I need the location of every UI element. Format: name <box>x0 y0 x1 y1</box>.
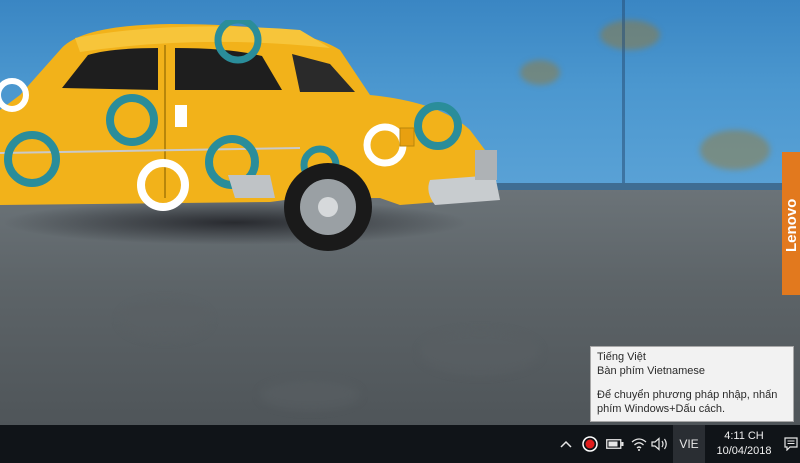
show-hidden-icons-button[interactable] <box>556 425 576 463</box>
taskbar: VIE 4:11 CH 10/04/2018 <box>0 425 800 463</box>
battery-tray-button[interactable] <box>603 425 627 463</box>
wall-stain <box>600 20 660 50</box>
chevron-up-icon <box>560 440 572 448</box>
tooltip-language: Tiếng Việt <box>597 351 646 363</box>
tooltip-hint-line2: phím Windows+Dấu cách. <box>597 403 726 415</box>
volume-tray-button[interactable] <box>648 425 672 463</box>
clock-date: 10/04/2018 <box>716 445 772 457</box>
input-language-button[interactable]: VIE <box>673 425 705 463</box>
language-tooltip: Tiếng Việt Bàn phím Vietnamese Để chuyển… <box>590 346 794 422</box>
wall-stain <box>700 130 770 170</box>
lenovo-logo-tab: Lenovo <box>782 152 800 295</box>
lenovo-logo-text: Lenovo <box>783 198 800 252</box>
wifi-icon <box>631 438 647 451</box>
wall-seam <box>622 0 625 190</box>
wall-stain <box>520 60 560 85</box>
screen-recorder-tray-button[interactable] <box>578 425 602 463</box>
tooltip-keyboard: Bàn phím Vietnamese <box>597 365 706 377</box>
action-center-button[interactable] <box>782 425 800 463</box>
clock-button[interactable]: 4:11 CH 10/04/2018 <box>708 425 780 463</box>
clock-time: 4:11 CH <box>724 430 764 442</box>
floor-spot <box>260 380 360 410</box>
yellow-car-image <box>0 20 500 251</box>
record-icon <box>582 436 598 452</box>
floor-spot <box>120 300 210 340</box>
notification-icon <box>784 437 798 451</box>
floor-spot <box>420 330 540 375</box>
tooltip-hint-line1: Để chuyển phương pháp nhập, nhấn <box>597 389 778 401</box>
battery-icon <box>606 439 624 449</box>
volume-icon <box>651 437 667 451</box>
